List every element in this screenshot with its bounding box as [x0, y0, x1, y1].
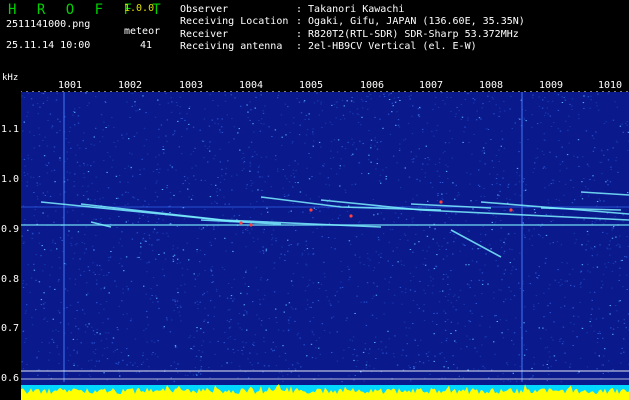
info-receiver-label: Receiver [180, 29, 229, 40]
y-tick-label: 0.9 [1, 224, 20, 235]
info-observer-label: Observer [180, 4, 229, 15]
y-tick-label: 0.6 [1, 373, 20, 384]
hrofft-window: H R O F F T 1.0.0 2511141000.png meteor … [0, 0, 629, 400]
info-location-label: Receiving Location [180, 16, 289, 27]
info-antenna-label: Receiving antenna [180, 41, 283, 52]
capture-datetime: 25.11.14 10:00 [6, 40, 91, 51]
spectrogram-plot [21, 92, 629, 400]
file-name: 2511141000.png [6, 19, 91, 30]
info-antenna-value: : 2el-HB9CV Vertical (el. E-W) [296, 41, 477, 52]
y-tick-label: 0.8 [1, 274, 20, 285]
y-tick-label: 1.0 [1, 174, 20, 185]
app-version: 1.0.0 [124, 3, 155, 14]
info-location-value: : Ogaki, Gifu, JAPAN (136.60E, 35.35N) [296, 16, 525, 27]
y-tick-label: 0.7 [1, 323, 20, 334]
y-axis-unit: kHz [2, 73, 19, 83]
meteor-count: 41 [140, 40, 153, 51]
info-observer-value: : Takanori Kawachi [296, 4, 405, 15]
info-receiver-value: : R820T2(RTL-SDR) SDR-Sharp 53.372MHz [296, 29, 519, 40]
meteor-label: meteor [124, 26, 161, 37]
y-tick-label: 1.1 [1, 124, 20, 135]
